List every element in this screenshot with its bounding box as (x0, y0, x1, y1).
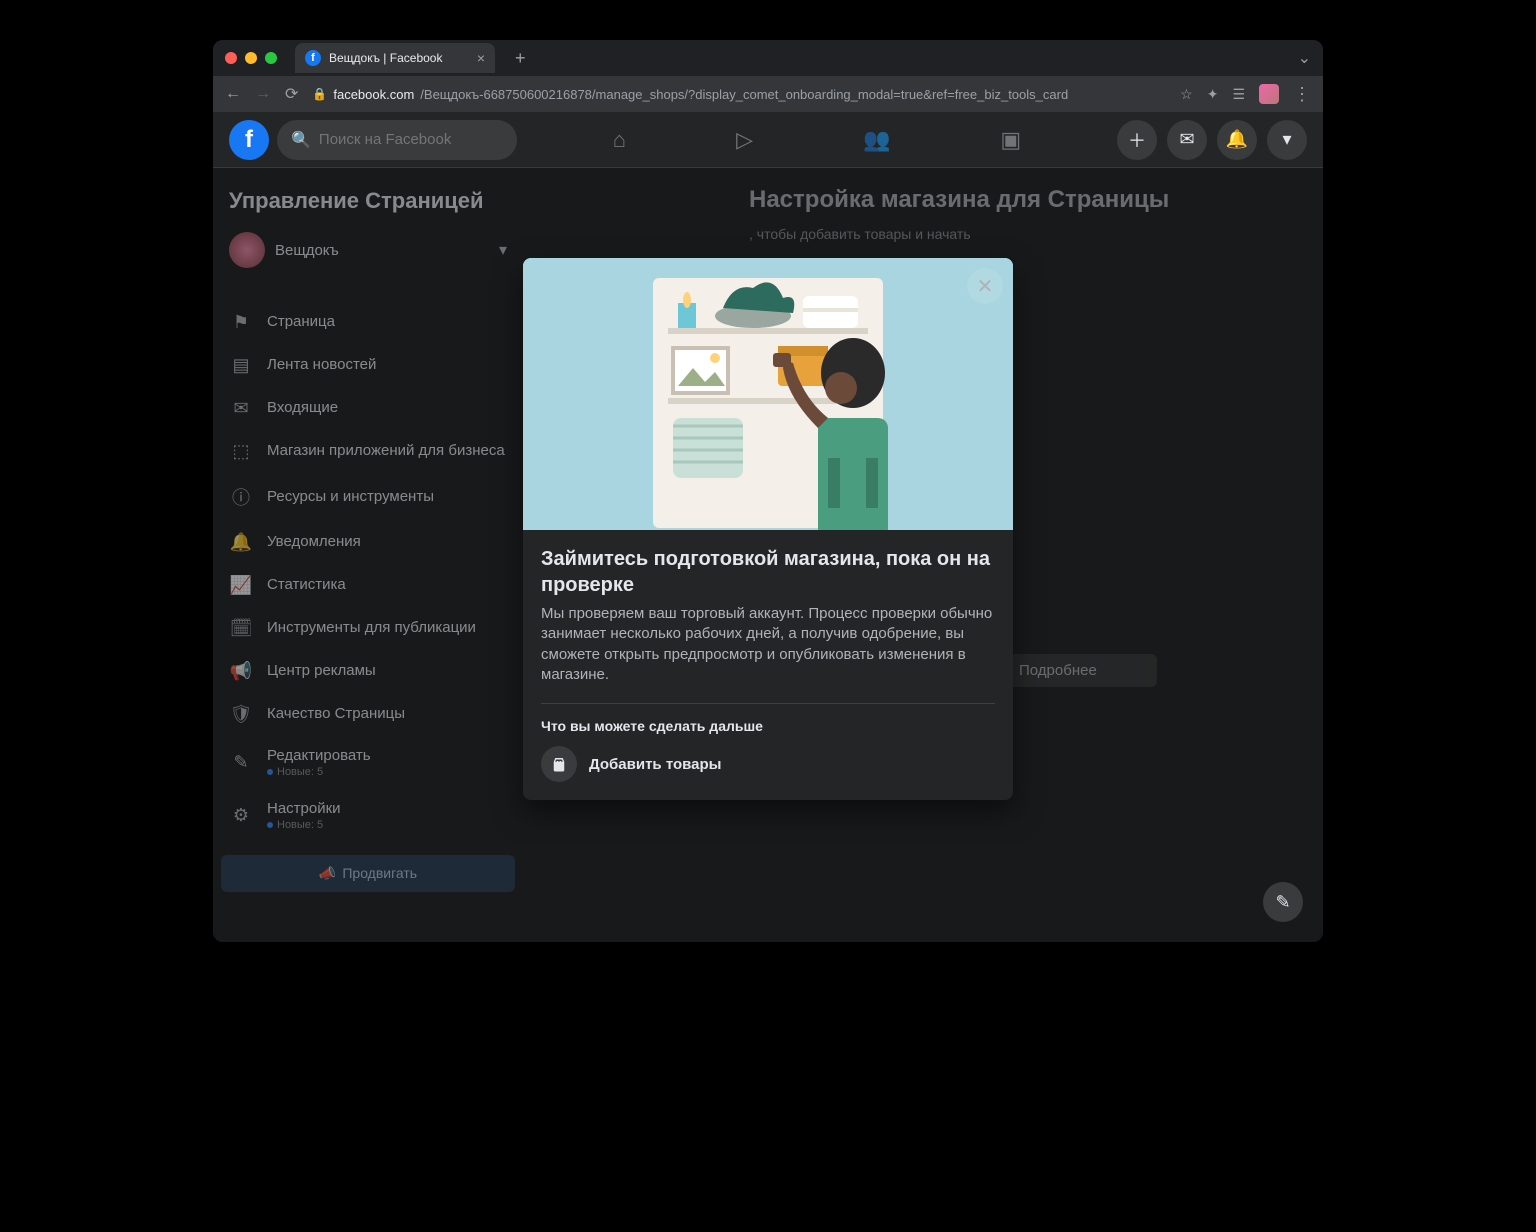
onboarding-modal: ✕ (523, 258, 1013, 800)
browser-window: f Вещдокъ | Facebook × + ⌄ ← → ⟳ 🔒 faceb… (213, 40, 1323, 942)
back-button[interactable]: ← (225, 85, 241, 103)
browser-menu-icon[interactable]: ⋮ (1293, 84, 1311, 105)
facebook-logo[interactable]: f (229, 120, 269, 160)
nav-home-icon[interactable]: ⌂ (593, 119, 646, 161)
search-bar[interactable]: 🔍 (277, 120, 517, 160)
account-menu-button[interactable]: ▾ (1267, 120, 1307, 160)
new-tab-button[interactable]: + (515, 48, 526, 69)
search-input[interactable] (319, 131, 518, 148)
browser-tab[interactable]: f Вещдокъ | Facebook × (295, 43, 495, 73)
app-header: f 🔍 ⌂ ▷ 👥 ▣ ＋ ✉ 🔔 ▾ (213, 112, 1323, 168)
close-window[interactable] (225, 52, 237, 64)
modal-overlay: ✕ (213, 168, 1323, 942)
nav-watch-icon[interactable]: ▷ (716, 119, 773, 161)
next-steps-label: Что вы можете сделать дальше (541, 718, 995, 734)
window-controls (225, 52, 277, 64)
url-field[interactable]: 🔒 facebook.com/Вещдокъ-668750600216878/m… (312, 87, 1166, 102)
maximize-window[interactable] (265, 52, 277, 64)
address-bar: ← → ⟳ 🔒 facebook.com/Вещдокъ-66875060021… (213, 76, 1323, 112)
add-products-label: Добавить товары (589, 756, 721, 773)
bookmark-icon[interactable]: ☆ (1180, 86, 1193, 103)
url-path: /Вещдокъ-668750600216878/manage_shops/?d… (420, 87, 1068, 102)
reading-list-icon[interactable]: ☰ (1232, 86, 1245, 103)
search-icon: 🔍 (291, 130, 311, 150)
modal-description: Мы проверяем ваш торговый аккаунт. Проце… (541, 604, 995, 685)
notifications-button[interactable]: 🔔 (1217, 120, 1257, 160)
nav-groups-icon[interactable]: 👥 (843, 119, 910, 161)
titlebar: f Вещдокъ | Facebook × + ⌄ (213, 40, 1323, 76)
forward-button[interactable]: → (255, 85, 271, 103)
extensions-icon[interactable]: ✦ (1207, 86, 1219, 103)
modal-title: Займитесь подготовкой магазина, пока он … (541, 546, 995, 598)
facebook-favicon: f (305, 50, 321, 66)
modal-illustration (523, 258, 1013, 530)
close-tab-icon[interactable]: × (477, 50, 485, 66)
minimize-window[interactable] (245, 52, 257, 64)
app-body: Управление Страницей Вещдокъ ▾ ⚑Страница… (213, 168, 1323, 942)
create-button[interactable]: ＋ (1117, 120, 1157, 160)
reload-button[interactable]: ⟳ (285, 84, 298, 104)
shopping-bag-icon (541, 746, 577, 782)
center-nav: ⌂ ▷ 👥 ▣ (525, 119, 1109, 161)
add-products-action[interactable]: Добавить товары (541, 746, 995, 782)
lock-icon: 🔒 (312, 87, 327, 101)
tab-overflow-icon[interactable]: ⌄ (1298, 48, 1311, 68)
messenger-button[interactable]: ✉ (1167, 120, 1207, 160)
facebook-app: f 🔍 ⌂ ▷ 👥 ▣ ＋ ✉ 🔔 ▾ Управление Страницей (213, 112, 1323, 942)
nav-gaming-icon[interactable]: ▣ (980, 119, 1041, 161)
close-modal-button[interactable]: ✕ (967, 268, 1003, 304)
url-host: facebook.com (333, 87, 414, 102)
profile-avatar[interactable] (1259, 84, 1279, 104)
tab-title: Вещдокъ | Facebook (329, 51, 442, 65)
